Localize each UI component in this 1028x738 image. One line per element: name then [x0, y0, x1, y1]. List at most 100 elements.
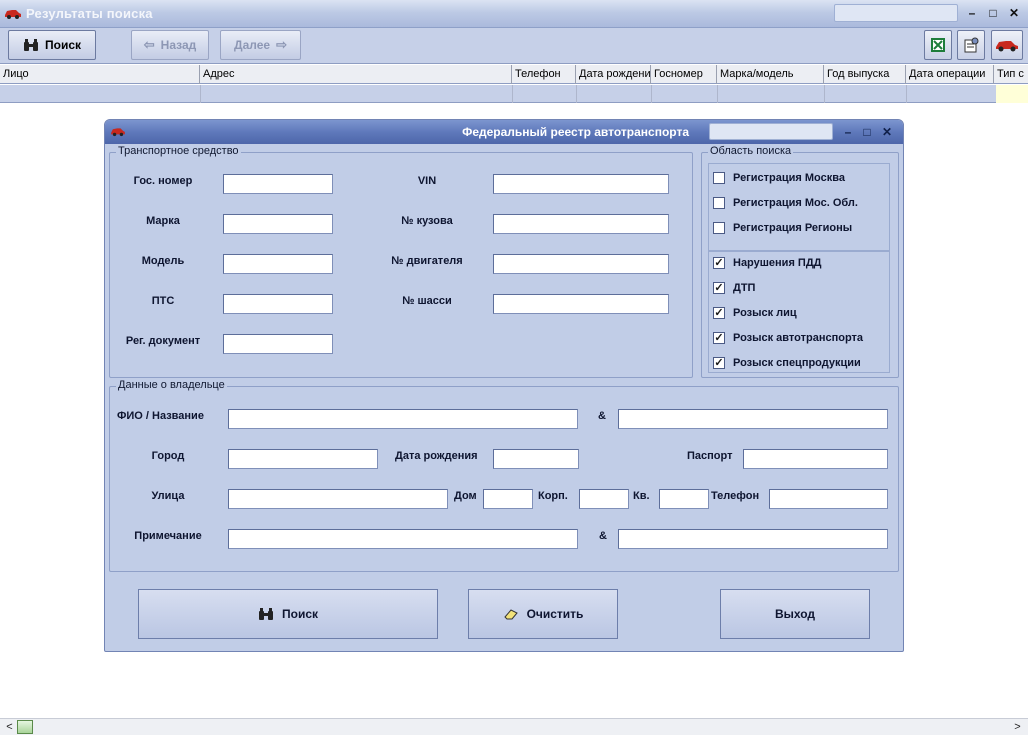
marka-field[interactable]: [223, 214, 333, 234]
forward-label: Далее: [234, 38, 271, 52]
data-rozhdeniya-label: Дата рождения: [395, 450, 478, 462]
dialog-close-button[interactable]: ✕: [877, 123, 897, 141]
dvigatel-field[interactable]: [493, 254, 669, 274]
checkbox-label: Розыск автотранспорта: [733, 332, 864, 344]
dialog-search-box[interactable]: [709, 123, 833, 140]
checkbox-reg-regiony[interactable]: Регистрация Регионы: [713, 220, 888, 236]
window-titlebar: Результаты поиска – □ ✕: [0, 0, 1028, 28]
gos-nomer-field[interactable]: [223, 174, 333, 194]
model-field[interactable]: [223, 254, 333, 274]
dialog-search-button[interactable]: Поиск: [138, 589, 438, 639]
checkbox-box[interactable]: [713, 222, 725, 234]
gorod-field[interactable]: [228, 449, 378, 469]
results-grid-header: Лицо Адрес Телефон Дата рождения Госноме…: [0, 65, 1028, 84]
titlebar-search-box[interactable]: [834, 4, 958, 22]
dialog-search-label: Поиск: [281, 607, 318, 621]
pts-label: ПТС: [151, 295, 175, 307]
toolbar-search-label: Поиск: [44, 38, 81, 52]
column-header-adres[interactable]: Адрес: [200, 65, 512, 84]
fio-field[interactable]: [228, 409, 578, 429]
dom-field[interactable]: [483, 489, 533, 509]
column-header-lico[interactable]: Лицо: [0, 65, 200, 84]
scrollbar-thumb[interactable]: [17, 720, 33, 734]
checkbox-label: Розыск спецпродукции: [733, 357, 861, 369]
telefon-field[interactable]: [769, 489, 888, 509]
clear-button[interactable]: Очистить: [468, 589, 618, 639]
reg-doc-field[interactable]: [223, 334, 333, 354]
checkbox-rozysk-specprod[interactable]: ✓ Розыск спецпродукции: [713, 355, 888, 371]
checkbox-label: Розыск лиц: [733, 307, 797, 319]
kv-field[interactable]: [659, 489, 709, 509]
close-button[interactable]: ✕: [1004, 4, 1024, 22]
car-button[interactable]: [991, 30, 1023, 60]
column-header-data-rozhdeniya[interactable]: Дата рождения: [576, 65, 651, 84]
checkmark-icon[interactable]: ✓: [713, 357, 725, 369]
checkmark-icon[interactable]: ✓: [713, 332, 725, 344]
checkbox-label: Нарушения ПДД: [733, 257, 822, 269]
export-excel-button[interactable]: [924, 30, 952, 60]
korp-field[interactable]: [579, 489, 629, 509]
forward-button[interactable]: Далее ⇨: [220, 30, 301, 60]
fio-label: ФИО / Название: [117, 410, 204, 422]
pasport-field[interactable]: [743, 449, 888, 469]
horizontal-scrollbar[interactable]: < >: [0, 718, 1028, 735]
properties-button[interactable]: [957, 30, 985, 60]
column-divider: [824, 85, 825, 103]
kuzov-field[interactable]: [493, 214, 669, 234]
shassi-label: № шасси: [402, 295, 452, 307]
checkmark-icon[interactable]: ✓: [713, 257, 725, 269]
minimize-button[interactable]: –: [962, 4, 982, 22]
table-row[interactable]: [0, 85, 1028, 103]
checkmark-icon[interactable]: ✓: [713, 307, 725, 319]
reg-doc-label: Рег. документ: [125, 335, 201, 347]
column-header-gosnomer[interactable]: Госномер: [651, 65, 717, 84]
checkmark-icon[interactable]: ✓: [713, 282, 725, 294]
exit-label: Выход: [774, 607, 816, 621]
column-divider: [512, 85, 513, 103]
properties-icon: [964, 37, 979, 53]
column-header-god-vypuska[interactable]: Год выпуска: [824, 65, 906, 84]
data-rozhdeniya-field[interactable]: [493, 449, 579, 469]
selected-cell[interactable]: [996, 85, 1028, 103]
column-header-marka-model[interactable]: Марка/модель: [717, 65, 824, 84]
checkbox-dtp[interactable]: ✓ ДТП: [713, 280, 888, 296]
checkbox-box[interactable]: [713, 172, 725, 184]
checkbox-reg-moskva[interactable]: Регистрация Москва: [713, 170, 888, 186]
car-icon: [5, 10, 21, 19]
toolbar-search-button[interactable]: Поиск: [8, 30, 96, 60]
checkbox-rozysk-avto[interactable]: ✓ Розыск автотранспорта: [713, 330, 888, 346]
pts-field[interactable]: [223, 294, 333, 314]
back-button[interactable]: ⇦ Назад: [131, 30, 209, 60]
checkbox-reg-mos-obl[interactable]: Регистрация Мос. Обл.: [713, 195, 888, 211]
checkbox-rozysk-lic[interactable]: ✓ Розыск лиц: [713, 305, 888, 321]
shassi-field[interactable]: [493, 294, 669, 314]
checkbox-box[interactable]: [713, 197, 725, 209]
exit-button[interactable]: Выход: [720, 589, 870, 639]
fio-alt-field[interactable]: [618, 409, 888, 429]
ulica-field[interactable]: [228, 489, 448, 509]
gorod-label: Город: [151, 450, 185, 462]
column-divider: [717, 85, 718, 103]
clear-label: Очистить: [526, 607, 584, 621]
scroll-right-icon[interactable]: >: [1010, 720, 1025, 735]
vin-label: VIN: [417, 175, 437, 187]
vehicle-registry-dialog: Федеральный реестр автотранспорта – □ ✕ …: [104, 119, 904, 652]
scroll-left-icon[interactable]: <: [2, 720, 17, 735]
dialog-minimize-button[interactable]: –: [838, 123, 858, 141]
excel-icon: [931, 38, 945, 52]
dialog-maximize-button[interactable]: □: [857, 123, 877, 141]
vin-field[interactable]: [493, 174, 669, 194]
eraser-icon: [503, 609, 518, 620]
car-icon: [996, 41, 1018, 52]
maximize-button[interactable]: □: [983, 4, 1003, 22]
column-header-data-operacii[interactable]: Дата операции: [906, 65, 994, 84]
search-area-label: Область поиска: [708, 145, 794, 157]
column-header-telefon[interactable]: Телефон: [512, 65, 576, 84]
column-divider: [651, 85, 652, 103]
checkbox-narusheniya-pdd[interactable]: ✓ Нарушения ПДД: [713, 255, 888, 271]
primechanie-field[interactable]: [228, 529, 578, 549]
korp-label: Корп.: [538, 490, 568, 502]
primechanie-alt-field[interactable]: [618, 529, 888, 549]
column-header-tip[interactable]: Тип с: [994, 65, 1028, 84]
binoculars-icon: [258, 608, 273, 620]
